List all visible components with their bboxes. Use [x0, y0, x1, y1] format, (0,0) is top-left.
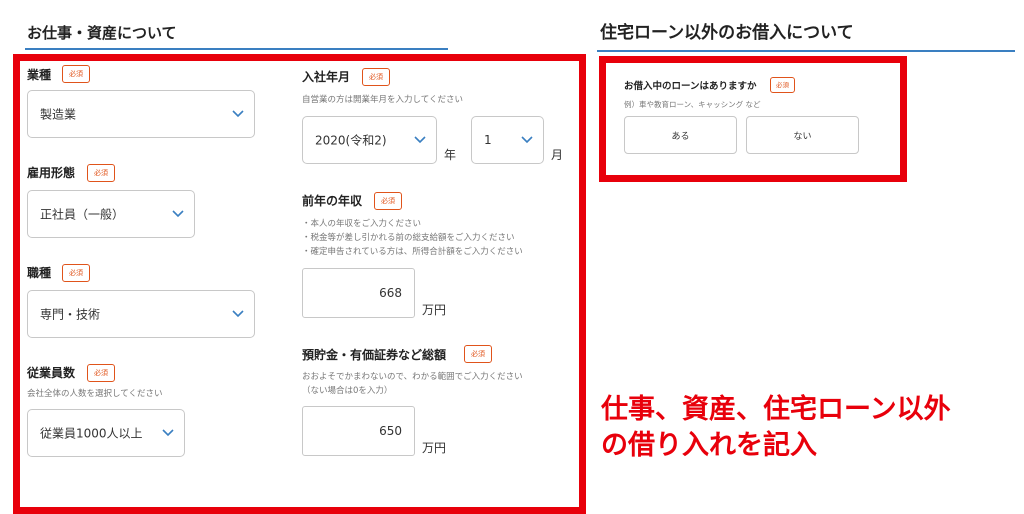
annual-income-unit: 万円: [422, 303, 447, 317]
required-badge: 必須: [87, 164, 115, 182]
chevron-down-icon: [172, 210, 184, 218]
savings-value: 650: [379, 424, 402, 438]
required-badge: 必須: [87, 364, 115, 382]
loan-yes-button[interactable]: ある: [624, 116, 737, 154]
industry-select[interactable]: 製造業: [27, 90, 255, 138]
loan-no-button[interactable]: ない: [746, 116, 859, 154]
employment-type-select-value: 正社員（一般）: [40, 207, 125, 222]
savings-label: 預貯金・有価証券など総額: [302, 348, 447, 362]
section-title-underline: [597, 50, 1015, 52]
required-badge: 必須: [362, 68, 390, 86]
occupation-select[interactable]: 専門・技術: [27, 290, 255, 338]
savings-unit: 万円: [422, 441, 447, 455]
existing-loan-hint: 例）車や教育ローン、キャッシング など: [624, 100, 761, 109]
occupation-select-value: 専門・技術: [40, 307, 101, 322]
savings-hint-2: （ない場合は0を入力）: [302, 386, 393, 396]
required-badge: 必須: [62, 65, 90, 83]
required-badge: 必須: [374, 192, 402, 210]
chevron-down-icon: [232, 310, 244, 318]
chevron-down-icon: [162, 429, 174, 437]
chevron-down-icon: [232, 110, 244, 118]
annual-income-input[interactable]: 668: [302, 268, 415, 318]
annual-income-hint-1: ・本人の年収をご入力ください: [302, 219, 422, 229]
employees-select-value: 従業員1000人以上: [40, 426, 143, 441]
employees-select[interactable]: 従業員1000人以上: [27, 409, 185, 457]
employees-label: 従業員数: [27, 366, 76, 380]
employment-type-select[interactable]: 正社員（一般）: [27, 190, 195, 238]
annotation-line-2: の借り入れを記入: [601, 430, 817, 461]
employment-type-label: 雇用形態: [27, 166, 76, 180]
month-unit-label: 月: [551, 148, 564, 162]
employees-hint: 会社全体の人数を選択してください: [27, 389, 163, 399]
section-title-underline: [25, 48, 448, 50]
annual-income-hint-3: ・確定申告されている方は、所得合計額をご入力ください: [302, 247, 523, 257]
join-year-select-value: 2020(令和2): [315, 133, 387, 148]
year-unit-label: 年: [444, 148, 457, 162]
chevron-down-icon: [414, 136, 426, 144]
existing-loan-question: お借入中のローンはありますか: [624, 81, 757, 92]
annotation-line-1: 仕事、資産、住宅ローン以外: [601, 394, 951, 425]
industry-label: 業種: [27, 68, 52, 82]
annual-income-label: 前年の年収: [302, 194, 363, 208]
join-date-label: 入社年月: [302, 70, 351, 84]
required-badge: 必須: [770, 77, 795, 93]
annual-income-hint-2: ・税金等が差し引かれる前の総支給額をご入力ください: [302, 233, 515, 243]
join-date-hint: 自営業の方は開業年月を入力してください: [302, 95, 463, 105]
required-badge: 必須: [464, 345, 492, 363]
industry-select-value: 製造業: [40, 107, 77, 122]
occupation-label: 職種: [27, 266, 52, 280]
join-month-select-value: 1: [484, 133, 492, 147]
savings-hint-1: おおよそでかまわないので、わかる範囲でご入力ください: [302, 372, 523, 382]
section-title-work-assets: お仕事・資産について: [27, 24, 177, 42]
annual-income-value: 668: [379, 286, 402, 300]
savings-input[interactable]: 650: [302, 406, 415, 456]
section-title-other-loans: 住宅ローン以外のお借入について: [600, 23, 854, 43]
join-year-select[interactable]: 2020(令和2): [302, 116, 437, 164]
chevron-down-icon: [521, 136, 533, 144]
required-badge: 必須: [62, 264, 90, 282]
join-month-select[interactable]: 1: [471, 116, 544, 164]
